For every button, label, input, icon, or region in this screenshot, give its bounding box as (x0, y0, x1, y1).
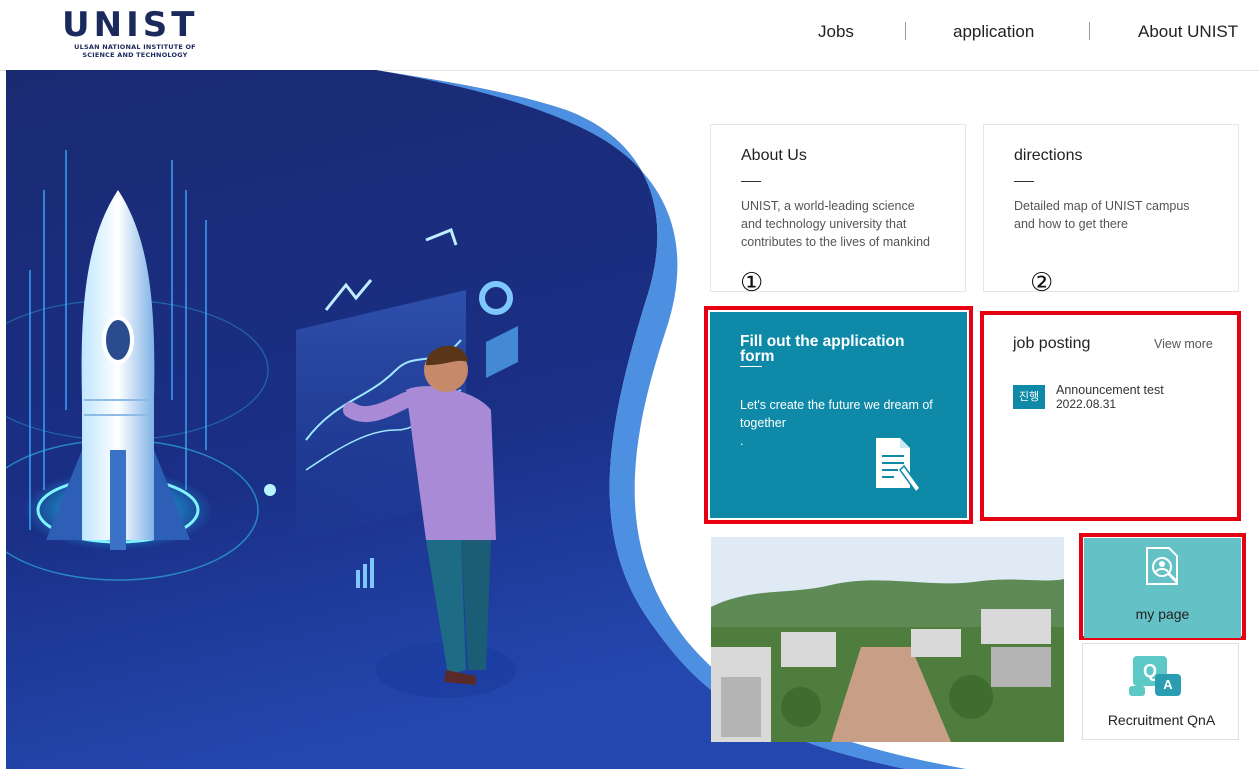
campus-photo (711, 537, 1064, 742)
recruitment-qna-card[interactable]: Q A Recruitment QnA (1082, 643, 1239, 740)
qna-a-bubble: A (1155, 674, 1181, 696)
about-us-title: About Us (741, 147, 807, 164)
site-header: UNIST ULSAN NATIONAL INSTITUTE OF SCIENC… (0, 0, 1259, 71)
logo-wordmark: UNIST (62, 5, 199, 45)
application-form-text: Let's create the future we dream of toge… (740, 398, 933, 430)
directions-card[interactable]: directions Detailed map of UNIST campus … (983, 124, 1239, 292)
application-form-dot: . (740, 434, 744, 448)
job-posting-item-date: 2022.08.31 (1056, 397, 1117, 411)
nav-application[interactable]: application (953, 20, 1034, 44)
annotation-marker-1: ① (740, 268, 764, 298)
divider (1014, 181, 1034, 182)
annotation-marker-2: ② (1030, 268, 1054, 298)
directions-description: Detailed map of UNIST campus and how to … (1014, 199, 1190, 231)
my-page-card[interactable]: my page (1084, 538, 1241, 638)
directions-title: directions (1014, 147, 1083, 164)
nav-divider (1089, 22, 1090, 40)
view-more-link[interactable]: View more (1154, 337, 1213, 351)
document-edit-icon (876, 438, 921, 494)
nav-divider (905, 22, 906, 40)
application-form-title: Fill out the application form (740, 333, 905, 365)
application-form-card[interactable]: Fill out the application form Let's crea… (710, 312, 967, 518)
job-posting-item-title: Announcement test (1056, 383, 1164, 397)
unist-logo[interactable]: UNIST ULSAN NATIONAL INSTITUTE OF SCIENC… (62, 8, 212, 60)
job-posting-item[interactable]: 진행 Announcement test 2022.08.31 (1013, 383, 1223, 417)
job-posting-title: job posting (1013, 335, 1091, 352)
user-search-icon (1146, 547, 1179, 585)
about-us-card[interactable]: About Us UNIST, a world-leading science … (710, 124, 966, 292)
recruitment-qna-label: Recruitment QnA (1107, 712, 1216, 728)
nav-jobs[interactable]: Jobs (818, 20, 854, 44)
logo-subtitle: ULSAN NATIONAL INSTITUTE OF SCIENCE AND … (74, 43, 196, 59)
divider (741, 181, 761, 182)
campus-aerial-image (711, 537, 1064, 742)
job-posting-card: job posting View more 진행 Announcement te… (980, 311, 1241, 521)
qna-chat-icon: Q A (1129, 650, 1191, 702)
qna-bubble-tail (1129, 686, 1145, 696)
about-us-description: UNIST, a world-leading science and techn… (741, 199, 930, 249)
my-page-label: my page (1135, 606, 1190, 622)
status-badge: 진행 (1013, 385, 1045, 409)
nav-about-unist[interactable]: About UNIST (1138, 20, 1238, 44)
divider (740, 366, 762, 367)
